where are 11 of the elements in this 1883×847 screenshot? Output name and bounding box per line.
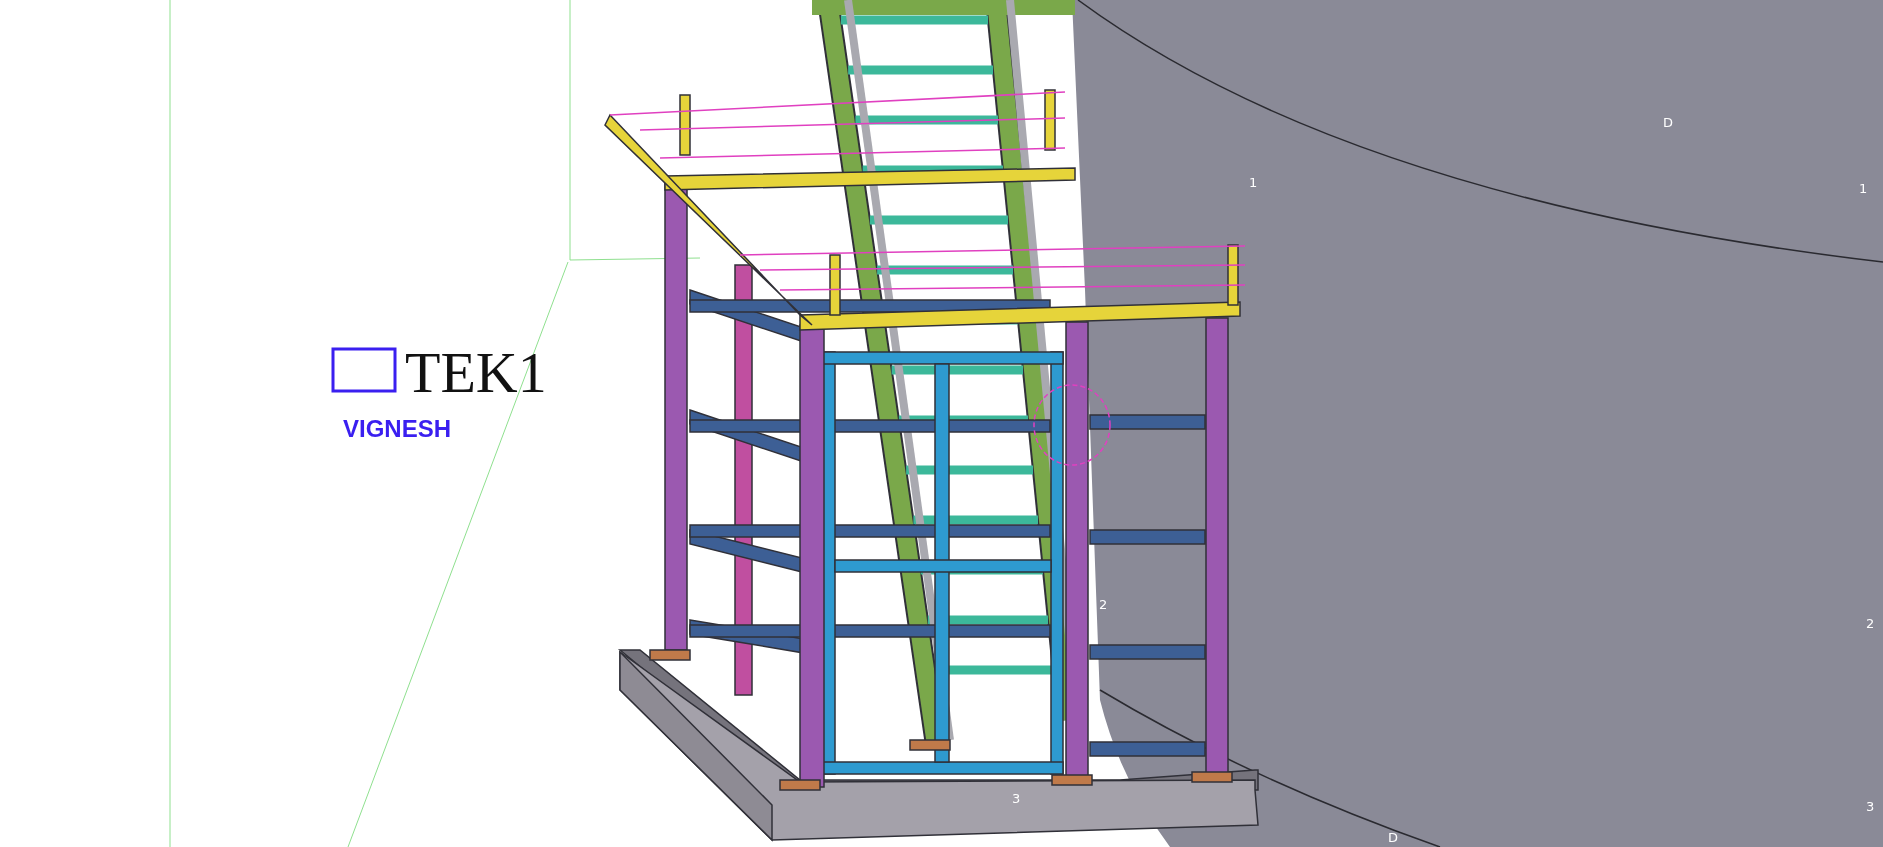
grid-label: D — [1388, 830, 1398, 845]
logo-wordmark: TEK1 — [405, 340, 547, 405]
grid-label: D — [1663, 115, 1673, 130]
grid-label: 3 — [1866, 799, 1875, 814]
grid-label: 1 — [1859, 181, 1868, 196]
grid-label: 1 — [1249, 175, 1258, 190]
grid-label: 2 — [1866, 616, 1875, 631]
logo-square-icon — [331, 347, 397, 393]
grid-label: 3 — [1012, 791, 1021, 806]
logo-caption: VIGNESH — [343, 415, 452, 442]
grid-label: 2 — [1099, 597, 1108, 612]
